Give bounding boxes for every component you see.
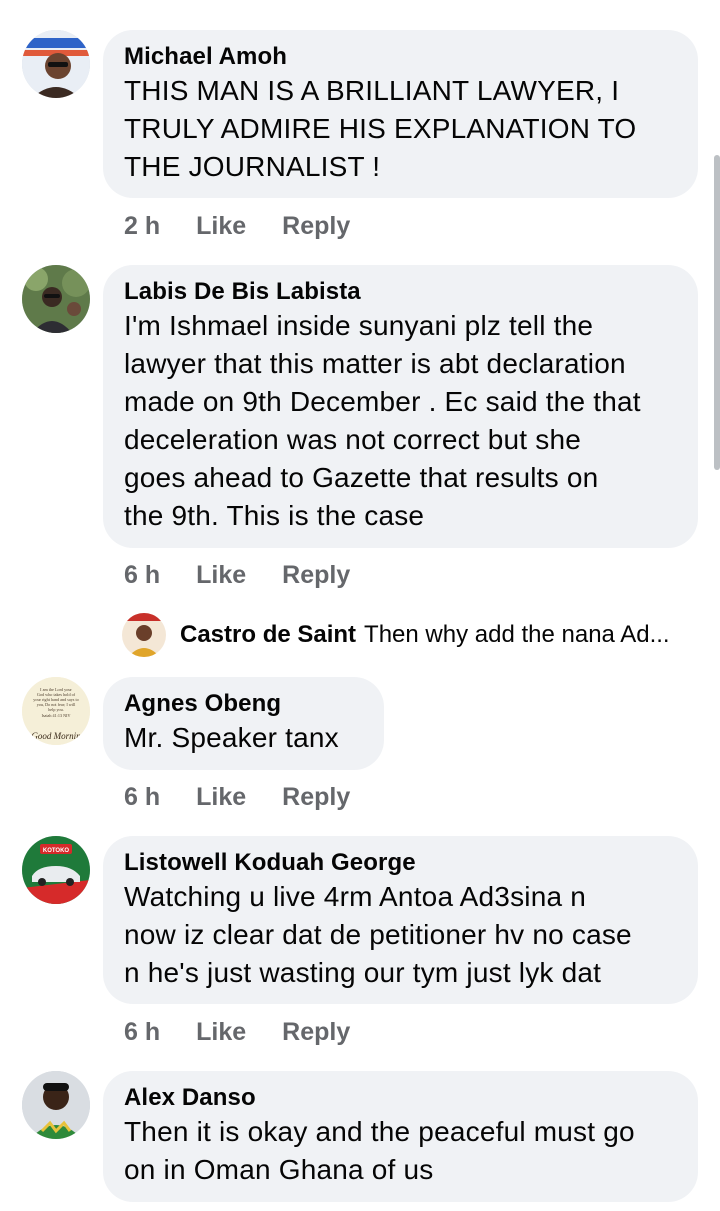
comment-actions: 6 h Like Reply (124, 558, 386, 592)
commenter-name[interactable]: Michael Amoh (124, 42, 678, 72)
reply-button[interactable]: Reply (282, 558, 350, 592)
timestamp[interactable]: 2 h (124, 209, 160, 243)
commenter-name[interactable]: Listowell Koduah George (124, 848, 678, 878)
comment-bubble: Agnes Obeng Mr. Speaker tanx (103, 677, 384, 770)
avatar[interactable]: KOTOKO (22, 836, 90, 904)
reply-author-name[interactable]: Castro de Saint (180, 621, 356, 649)
timestamp[interactable]: 6 h (124, 1015, 160, 1049)
reply-button[interactable]: Reply (282, 1015, 350, 1049)
comment-actions: 6 h Like Reply (124, 780, 386, 814)
comment-bubble: Alex Danso Then it is okay and the peace… (103, 1071, 698, 1202)
commenter-name[interactable]: Alex Danso (124, 1083, 678, 1113)
comment-bubble: Michael Amoh THIS MAN IS A BRILLIANT LAW… (103, 30, 698, 198)
svg-text:KOTOKO: KOTOKO (43, 848, 70, 854)
comment-text: Watching u live 4rm Antoa Ad3sina n now … (124, 881, 632, 988)
reply-text: Then why add the nana Ad... (364, 621, 670, 648)
comment-actions: 2 h Like Reply (124, 209, 386, 243)
reply-button[interactable]: Reply (282, 209, 350, 243)
comment-text: Mr. Speaker tanx (124, 722, 339, 753)
comment-bubble: Listowell Koduah George Watching u live … (103, 836, 698, 1004)
svg-text:help you.: help you. (48, 707, 64, 712)
reply-avatar[interactable] (122, 613, 166, 657)
svg-text:Good Mornin: Good Mornin (31, 731, 81, 741)
avatar[interactable] (22, 1071, 90, 1139)
commenter-name[interactable]: Agnes Obeng (124, 689, 364, 719)
avatar[interactable]: I am the Lord your God who takes hold of… (22, 677, 90, 745)
like-button[interactable]: Like (196, 558, 246, 592)
svg-text:Isaiah 41:13 NIV: Isaiah 41:13 NIV (41, 713, 70, 718)
like-button[interactable]: Like (196, 1015, 246, 1049)
commenter-name[interactable]: Labis De Bis Labista (124, 277, 678, 307)
timestamp[interactable]: 6 h (124, 558, 160, 592)
like-button[interactable]: Like (196, 780, 246, 814)
comment-bubble: Labis De Bis Labista I'm Ishmael inside … (103, 265, 698, 548)
like-button[interactable]: Like (196, 209, 246, 243)
reply-preview[interactable]: Castro de Saint Then why add the nana Ad… (122, 612, 670, 658)
comment-text: THIS MAN IS A BRILLIANT LAWYER, I TRULY … (124, 75, 637, 182)
reply-button[interactable]: Reply (282, 780, 350, 814)
timestamp[interactable]: 6 h (124, 780, 160, 814)
avatar[interactable] (22, 265, 90, 333)
avatar[interactable] (22, 30, 90, 98)
comment-actions: 6 h Like Reply (124, 1015, 386, 1049)
comment-text: Then it is okay and the peaceful must go… (124, 1116, 635, 1185)
scrollbar[interactable] (714, 155, 720, 470)
comment-text: I'm Ishmael inside sunyani plz tell the … (124, 310, 641, 531)
